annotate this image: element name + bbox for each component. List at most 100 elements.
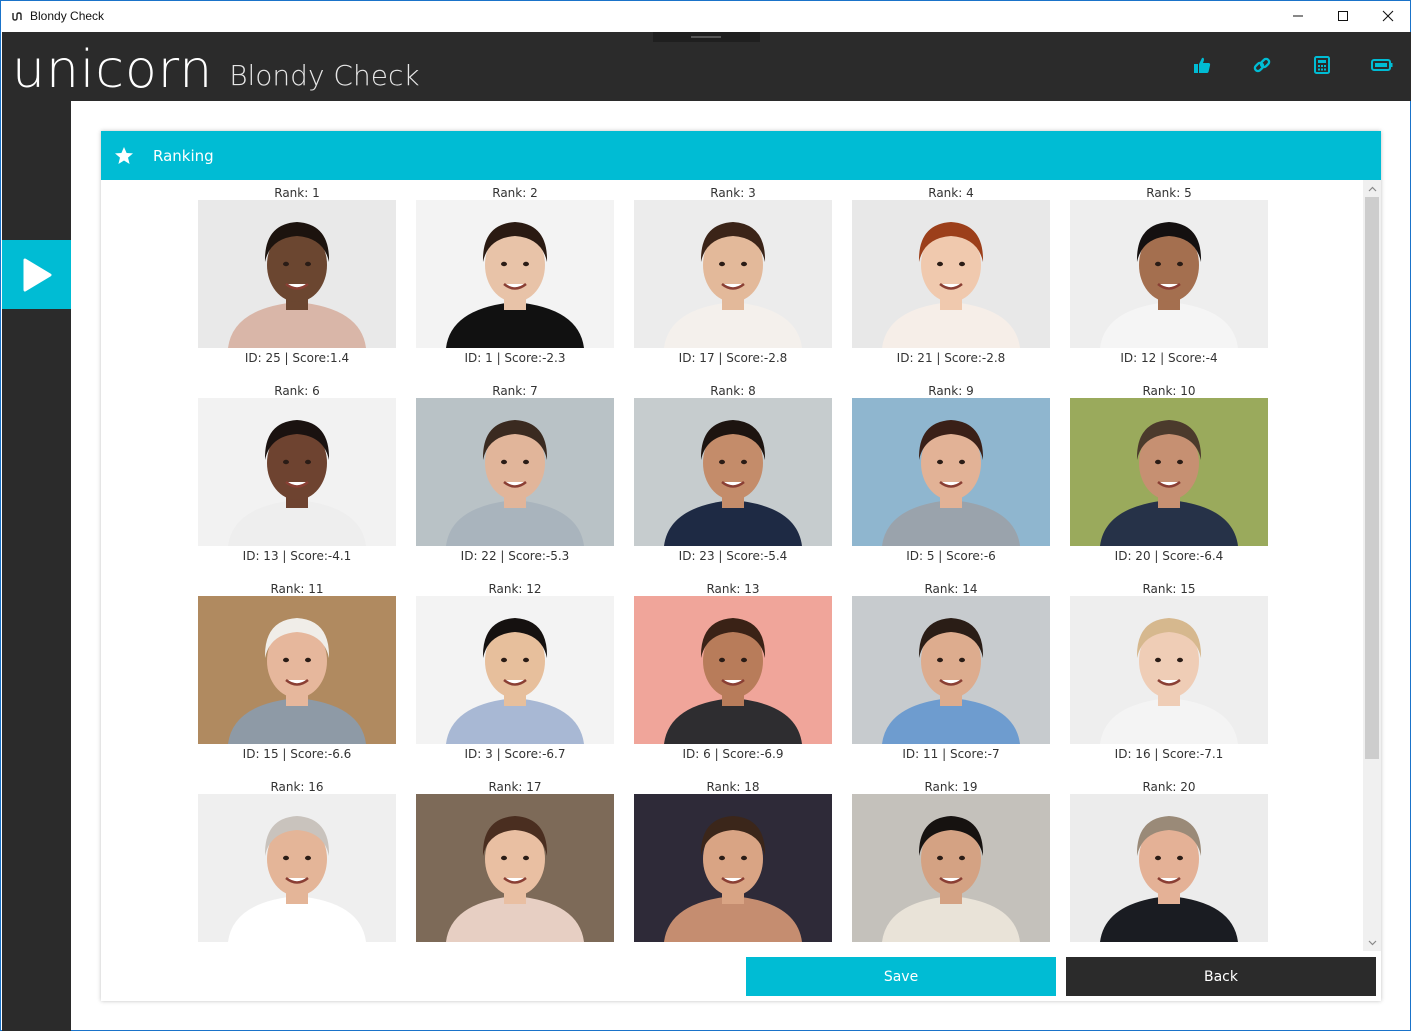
score-caption [634, 942, 832, 951]
scroll-up-arrow[interactable] [1363, 180, 1381, 197]
score-caption: ID: 22 | Score:-5.3 [460, 549, 570, 563]
ranking-grid: Rank: 1 ID: 25 | Score:1.4 Rank: 2 ID: 1 | … [101, 180, 1363, 951]
ranking-card[interactable]: Rank: 8 ID: 23 | Score:-5.4 [634, 378, 832, 566]
portrait-photo[interactable] [416, 596, 614, 744]
portrait-photo[interactable] [852, 398, 1050, 546]
ranking-card[interactable]: Rank: 5 ID: 12 | Score:-4 [1070, 180, 1268, 368]
close-button[interactable] [1365, 1, 1410, 31]
score-caption: ID: 11 | Score:-7 [902, 747, 1000, 761]
ranking-card[interactable]: Rank: 13 ID: 6 | Score:-6.9 [634, 576, 832, 764]
rank-label: Rank: 17 [488, 780, 542, 794]
ranking-card[interactable]: Rank: 1 ID: 25 | Score:1.4 [198, 180, 396, 368]
ranking-card[interactable]: Rank: 17 [416, 774, 614, 951]
rank-label: Rank: 3 [710, 186, 756, 200]
portrait-photo[interactable] [416, 794, 614, 942]
play-icon [23, 258, 51, 291]
portrait-photo[interactable] [198, 200, 396, 348]
app-header: unicorn Blondy Check [2, 32, 1411, 101]
rank-label: Rank: 16 [270, 780, 324, 794]
portrait-photo[interactable] [1070, 596, 1268, 744]
score-caption: ID: 21 | Score:-2.8 [896, 351, 1006, 365]
score-caption: ID: 13 | Score:-4.1 [242, 549, 352, 563]
window-title: Blondy Check [30, 9, 105, 23]
score-caption: ID: 1 | Score:-2.3 [464, 351, 566, 365]
ranking-card[interactable]: Rank: 12 ID: 3 | Score:-6.7 [416, 576, 614, 764]
score-caption: ID: 15 | Score:-6.6 [242, 747, 352, 761]
minimize-icon [1292, 15, 1303, 17]
play-button[interactable] [2, 240, 71, 309]
panel-title: Ranking [153, 146, 214, 165]
rank-label: Rank: 9 [928, 384, 974, 398]
logo: unicorn Blondy Check [12, 40, 420, 96]
ranking-card[interactable]: Rank: 7 ID: 22 | Score:-5.3 [416, 378, 614, 566]
rank-label: Rank: 15 [1142, 582, 1196, 596]
maximize-icon [1337, 11, 1348, 21]
rank-label: Rank: 12 [488, 582, 542, 596]
ranking-card[interactable]: Rank: 20 [1070, 774, 1268, 951]
score-caption [416, 942, 614, 951]
panel-header: Ranking [101, 131, 1381, 180]
ranking-card[interactable]: Rank: 15 ID: 16 | Score:-7.1 [1070, 576, 1268, 764]
portrait-photo[interactable] [852, 794, 1050, 942]
score-caption: ID: 12 | Score:-4 [1120, 351, 1218, 365]
battery-icon[interactable] [1371, 54, 1393, 76]
ranking-card[interactable]: Rank: 11 ID: 15 | Score:-6.6 [198, 576, 396, 764]
scrollbar[interactable] [1363, 180, 1381, 951]
ranking-card[interactable]: Rank: 18 [634, 774, 832, 951]
score-caption: ID: 6 | Score:-6.9 [682, 747, 784, 761]
portrait-photo[interactable] [634, 200, 832, 348]
calculator-icon[interactable] [1311, 54, 1333, 76]
rank-label: Rank: 1 [274, 186, 320, 200]
rank-label: Rank: 8 [710, 384, 756, 398]
rank-label: Rank: 5 [1146, 186, 1192, 200]
save-button[interactable]: Save [746, 957, 1056, 996]
drag-handle[interactable] [653, 32, 760, 42]
thumbs-up-icon[interactable] [1191, 54, 1213, 76]
rank-label: Rank: 20 [1142, 780, 1196, 794]
link-icon[interactable] [1251, 54, 1273, 76]
portrait-photo[interactable] [416, 200, 614, 348]
ranking-card[interactable]: Rank: 4 ID: 21 | Score:-2.8 [852, 180, 1050, 368]
portrait-photo[interactable] [1070, 794, 1268, 942]
portrait-photo[interactable] [634, 398, 832, 546]
rank-label: Rank: 14 [924, 582, 978, 596]
title-bar[interactable]: Blondy Check [1, 1, 1410, 31]
ranking-card[interactable]: Rank: 9 ID: 5 | Score:-6 [852, 378, 1050, 566]
scroll-thumb[interactable] [1365, 197, 1379, 759]
rank-label: Rank: 19 [924, 780, 978, 794]
star-icon [113, 145, 135, 167]
app-icon [10, 9, 24, 23]
back-button[interactable]: Back [1066, 957, 1376, 996]
close-icon [1382, 10, 1393, 22]
portrait-photo[interactable] [852, 200, 1050, 348]
score-caption: ID: 25 | Score:1.4 [244, 351, 350, 365]
score-caption: ID: 20 | Score:-6.4 [1114, 549, 1224, 563]
portrait-photo[interactable] [1070, 398, 1268, 546]
ranking-card[interactable]: Rank: 19 [852, 774, 1050, 951]
score-caption: ID: 3 | Score:-6.7 [464, 747, 566, 761]
minimize-button[interactable] [1275, 1, 1320, 31]
ranking-card[interactable]: Rank: 10 ID: 20 | Score:-6.4 [1070, 378, 1268, 566]
score-caption [852, 942, 1050, 951]
scroll-down-arrow[interactable] [1363, 934, 1381, 951]
score-caption: ID: 17 | Score:-2.8 [678, 351, 788, 365]
ranking-card[interactable]: Rank: 3 ID: 17 | Score:-2.8 [634, 180, 832, 368]
ranking-card[interactable]: Rank: 14 ID: 11 | Score:-7 [852, 576, 1050, 764]
portrait-photo[interactable] [198, 398, 396, 546]
score-caption: ID: 16 | Score:-7.1 [1114, 747, 1224, 761]
ranking-card[interactable]: Rank: 2 ID: 1 | Score:-2.3 [416, 180, 614, 368]
portrait-photo[interactable] [634, 596, 832, 744]
portrait-photo[interactable] [198, 794, 396, 942]
maximize-button[interactable] [1320, 1, 1365, 31]
rank-label: Rank: 2 [492, 186, 538, 200]
portrait-photo[interactable] [198, 596, 396, 744]
portrait-photo[interactable] [1070, 200, 1268, 348]
portrait-photo[interactable] [416, 398, 614, 546]
rank-label: Rank: 4 [928, 186, 974, 200]
ranking-card[interactable]: Rank: 6 ID: 13 | Score:-4.1 [198, 378, 396, 566]
score-caption [1070, 942, 1268, 951]
portrait-photo[interactable] [634, 794, 832, 942]
portrait-photo[interactable] [852, 596, 1050, 744]
rank-label: Rank: 6 [274, 384, 320, 398]
ranking-card[interactable]: Rank: 16 [198, 774, 396, 951]
